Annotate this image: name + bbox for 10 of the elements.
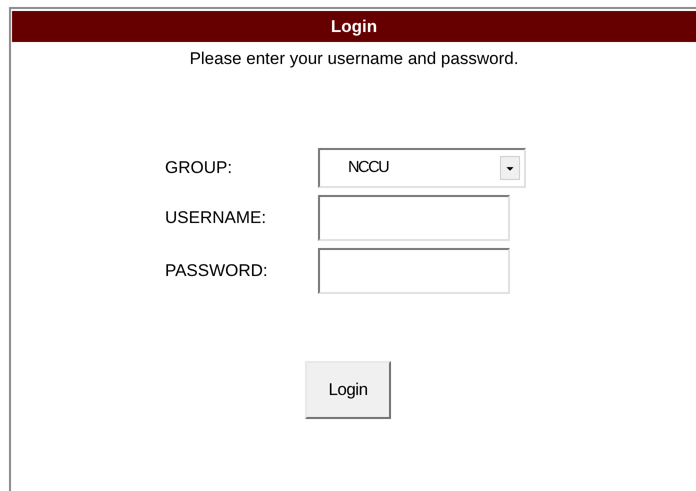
field-label: PASSWORD: — [165, 261, 269, 281]
caret-icon — [500, 156, 520, 180]
group-dropdown[interactable]: NCCU — [318, 148, 526, 188]
input-field[interactable] — [318, 195, 510, 241]
instruction-text: Please enter your username and password. — [188, 49, 520, 69]
header-title: Login — [330, 16, 378, 36]
field-label: GROUP: — [165, 158, 234, 178]
input-field[interactable] — [318, 248, 510, 294]
field-label: USERNAME: — [165, 208, 268, 228]
login-button[interactable]: Login — [305, 361, 391, 419]
